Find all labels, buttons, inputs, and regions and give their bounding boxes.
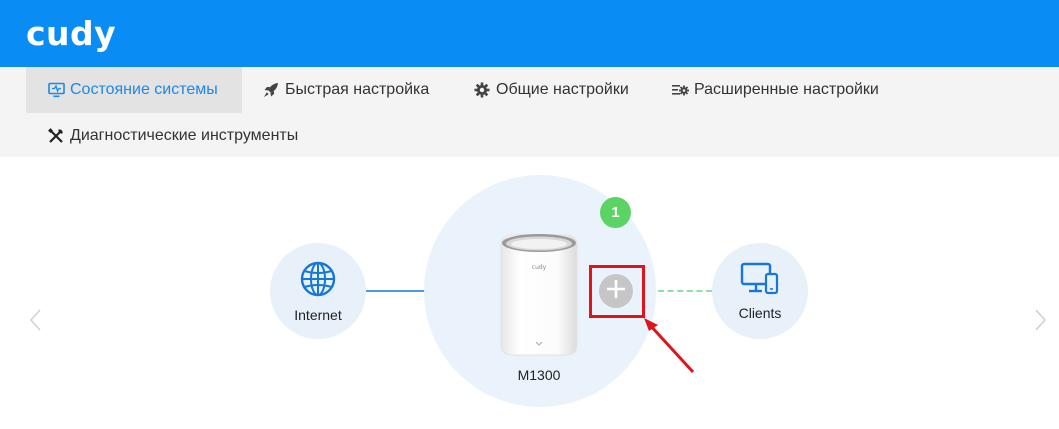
internet-connection-line — [366, 290, 424, 292]
tools-icon — [47, 127, 65, 145]
device-label: M1300 — [517, 367, 561, 383]
annotation-arrow-icon — [640, 312, 700, 378]
gear-icon — [473, 81, 491, 99]
device-count-badge: 1 — [600, 197, 631, 228]
tab-quick-setup[interactable]: Быстрая настройка — [262, 67, 429, 113]
tab-general-settings[interactable]: Общие настройки — [473, 67, 629, 113]
internet-label: Internet — [294, 306, 342, 323]
previous-arrow-icon[interactable] — [28, 307, 44, 333]
clients-label: Clients — [738, 304, 782, 321]
header-bar: cudy — [0, 0, 1059, 67]
plus-icon — [605, 278, 627, 305]
globe-icon — [299, 260, 337, 303]
topology-area: Internet cudy M1300 1 Clients — [0, 157, 1059, 429]
monitor-icon — [47, 81, 65, 99]
internet-node[interactable]: Internet — [270, 243, 366, 339]
tab-label: Расширенные настройки — [694, 81, 879, 98]
rocket-icon — [262, 81, 280, 99]
router-image[interactable]: cudy — [499, 233, 579, 357]
tab-label: Состояние системы — [70, 81, 218, 98]
clients-connection-line — [658, 290, 712, 292]
main-nav: Состояние системы Быстрая настройка Общи… — [0, 67, 1059, 157]
cudy-logo[interactable]: cudy — [26, 14, 116, 53]
tab-diagnostic-tools[interactable]: Диагностические инструменты — [47, 113, 298, 159]
clients-node[interactable]: Clients — [712, 243, 808, 339]
svg-text:cudy: cudy — [532, 264, 547, 271]
tab-label: Диагностические инструменты — [70, 127, 299, 144]
tab-label: Быстрая настройка — [285, 81, 430, 98]
add-device-button[interactable] — [599, 274, 633, 308]
next-arrow-icon[interactable] — [1032, 307, 1048, 333]
tab-label: Общие настройки — [496, 81, 629, 98]
advanced-settings-icon — [671, 81, 689, 99]
tab-advanced-settings[interactable]: Расширенные настройки — [671, 67, 879, 113]
devices-icon — [740, 262, 780, 301]
tab-system-status[interactable]: Состояние системы — [26, 67, 242, 113]
